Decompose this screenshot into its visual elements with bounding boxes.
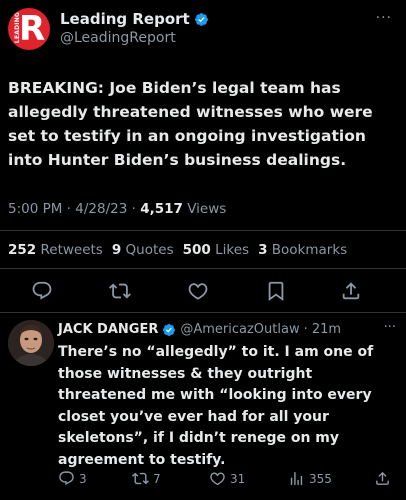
reply-count: 3 — [79, 471, 87, 486]
reply-author-name[interactable]: JACK DANGER — [58, 322, 158, 337]
reply-icon[interactable] — [31, 280, 55, 304]
like-icon[interactable] — [187, 280, 211, 304]
leading-report-avatar[interactable]: LEADING R — [8, 8, 50, 50]
retweet-icon[interactable] — [109, 280, 133, 304]
reply-views-button[interactable]: 355 — [288, 470, 332, 487]
reply-text: There’s no “allegedly” to it. I am one o… — [58, 344, 374, 468]
bookmarks-stat[interactable]: 3 Bookmarks — [258, 242, 347, 258]
author-handle[interactable]: @LeadingReport — [60, 30, 176, 46]
bookmark-icon[interactable] — [265, 280, 289, 304]
retweet-icon — [132, 472, 149, 485]
reply-timestamp[interactable]: · 21m — [304, 322, 341, 337]
views-label: Views — [187, 201, 227, 217]
author-row: Leading Report — [60, 10, 209, 28]
engagement-stats: 252 Retweets 9 Quotes 500 Likes 3 Bookma… — [8, 242, 347, 258]
quotes-stat[interactable]: 9 Quotes — [112, 242, 174, 258]
retweet-count: 7 — [153, 471, 161, 486]
reply-like-button[interactable]: 31 — [209, 470, 245, 487]
divider — [0, 230, 406, 231]
retweets-stat[interactable]: 252 Retweets — [8, 242, 103, 258]
like-icon — [210, 472, 225, 486]
likes-stat[interactable]: 500 Likes — [183, 242, 249, 258]
tweet-timestamp[interactable]: 5:00 PM · 4/28/23 · — [8, 201, 136, 217]
views-count: 4,517 — [140, 201, 183, 217]
view-count: 355 — [309, 471, 332, 486]
reply-share-button[interactable] — [374, 470, 391, 487]
logo-letter: R — [19, 9, 46, 49]
reply-retweet-button[interactable]: 7 — [132, 470, 161, 487]
verified-badge-icon — [194, 12, 208, 26]
verified-badge-icon — [163, 323, 176, 336]
reply-header: JACK DANGER @AmericazOutlaw · 21m — [58, 322, 341, 337]
share-icon[interactable] — [340, 280, 364, 304]
reply-more-options-icon[interactable]: ··· — [384, 320, 396, 335]
tweet-text: BREAKING: Joe Biden’s legal team has all… — [8, 79, 373, 169]
more-options-icon[interactable]: ··· — [376, 10, 392, 26]
analytics-icon — [290, 472, 303, 485]
author-name[interactable]: Leading Report — [60, 10, 190, 28]
like-count: 31 — [230, 471, 246, 486]
tweet-header: LEADING R Leading Report @LeadingReport … — [8, 8, 400, 54]
reply-actions: 3 7 31 355 — [58, 470, 398, 490]
tweet-actions — [0, 280, 406, 304]
divider — [0, 312, 406, 313]
reply-avatar[interactable] — [8, 320, 54, 366]
reply-tweet[interactable]: JACK DANGER @AmericazOutlaw · 21m ··· Th… — [0, 318, 406, 500]
divider — [0, 268, 406, 269]
reply-icon — [59, 471, 74, 486]
tweet-meta: 5:00 PM · 4/28/23 · 4,517 Views — [8, 201, 226, 217]
reply-reply-button[interactable]: 3 — [58, 470, 87, 487]
share-icon — [376, 471, 389, 485]
reply-author-handle[interactable]: @AmericazOutlaw — [180, 322, 299, 337]
